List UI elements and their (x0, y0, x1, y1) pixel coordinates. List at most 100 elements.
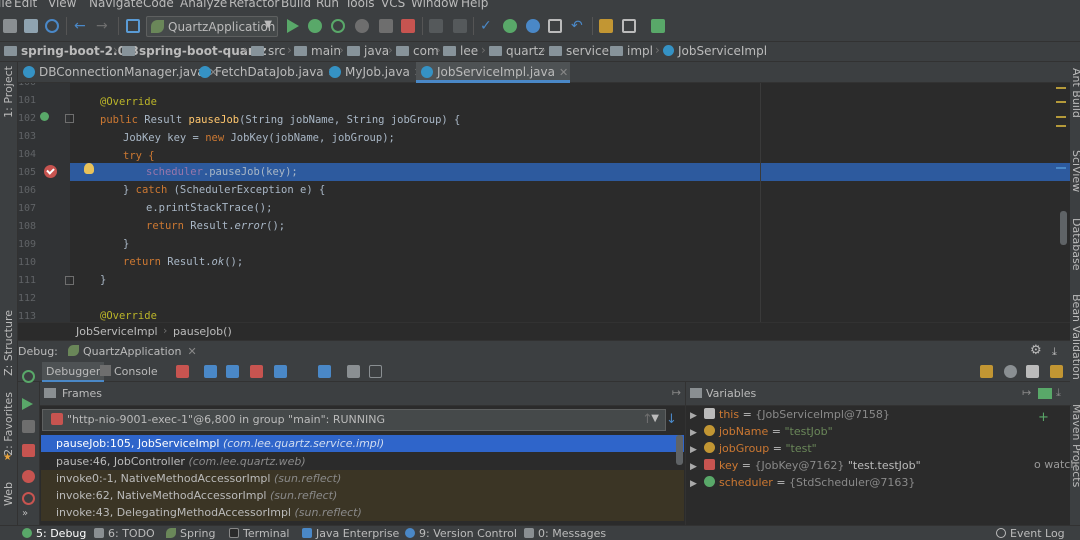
frame-down-icon[interactable]: ↓ (666, 412, 677, 427)
bottom-tab-debug[interactable]: 5: Debug (22, 527, 86, 540)
menu-run[interactable]: Run (316, 0, 339, 10)
revert-icon[interactable]: ↶ (571, 19, 585, 33)
step-into-icon[interactable] (226, 365, 239, 378)
pause-icon[interactable] (22, 420, 35, 433)
variable-scheduler[interactable]: ▶ scheduler = {StdScheduler@7163} (690, 474, 915, 491)
tool-window-favorites[interactable]: 2: Favorites (2, 392, 15, 456)
menu-navigate[interactable]: Navigate (89, 0, 143, 10)
menu-file[interactable]: File (0, 0, 12, 10)
run-icon[interactable] (287, 19, 299, 33)
stack-frame[interactable]: invoke0:-1, NativeMethodAccessorImpl (su… (41, 470, 684, 487)
open-folder-icon[interactable] (3, 19, 17, 33)
menu-vcs[interactable]: VCS (381, 0, 405, 10)
more-icon[interactable]: » (22, 508, 28, 519)
code-editor[interactable]: 100 101 102 103 104 105 106 107 108 109 … (18, 83, 1070, 323)
stack-frame[interactable]: pauseJob:105, JobServiceImpl (com.lee.qu… (41, 435, 684, 452)
tab-debugger[interactable]: Debugger (42, 362, 105, 382)
breadcrumb-java[interactable]: java (347, 44, 389, 60)
bottom-tab-terminal[interactable]: Terminal (229, 527, 290, 540)
warning-marker[interactable] (1056, 116, 1066, 118)
menu-edit[interactable]: Edit (14, 0, 37, 10)
debug-icon[interactable] (308, 19, 322, 33)
project-structure-icon[interactable] (622, 19, 636, 33)
resume-icon[interactable] (22, 398, 33, 410)
view-breakpoints-icon[interactable] (22, 470, 35, 483)
menu-analyze[interactable]: Analyze (180, 0, 227, 10)
breadcrumb-class[interactable]: JobServiceImpl (663, 44, 767, 60)
lightbulb-icon[interactable] (84, 163, 94, 174)
breadcrumb-project[interactable]: spring-boot-2.0.3 (4, 44, 139, 60)
mute-breakpoints-icon[interactable] (22, 492, 35, 505)
tab-fetchdatajob[interactable]: FetchDataJob.java✕ (194, 62, 337, 83)
stack-frame[interactable]: invoke:62, NativeMethodAccessorImpl (sun… (41, 487, 684, 504)
sdk-icon[interactable] (651, 19, 665, 33)
breadcrumb-impl[interactable]: impl (610, 44, 653, 60)
step-out-icon[interactable] (274, 365, 287, 378)
menu-refactor[interactable]: Refactor (229, 0, 279, 10)
tool-window-maven-projects[interactable]: Maven Projects (1070, 404, 1080, 487)
close-icon[interactable]: ✕ (187, 345, 196, 358)
bottom-tab-spring[interactable]: Spring (166, 527, 216, 540)
fold-icon[interactable] (65, 276, 74, 285)
tool-window-web[interactable]: Web (2, 482, 15, 506)
tool-window-sciview[interactable]: SciView (1070, 150, 1080, 192)
menu-tools[interactable]: Tools (345, 0, 375, 10)
breadcrumb-main[interactable]: main (294, 44, 341, 60)
tool-window-ant-build[interactable]: Ant Build (1070, 68, 1080, 118)
pin-icon[interactable] (1026, 365, 1039, 378)
tool-window-project[interactable]: 1: Project (2, 66, 15, 118)
watches-icon[interactable] (1038, 388, 1052, 399)
editor-scrollbar[interactable] (1060, 211, 1067, 245)
evaluate-expression-icon[interactable] (347, 365, 360, 378)
profile-icon[interactable] (355, 19, 369, 33)
event-log-button[interactable]: Event Log (996, 527, 1065, 540)
bottom-tab-messages[interactable]: 0: Messages (524, 527, 606, 540)
build-icon[interactable] (126, 19, 140, 33)
variable-jobname[interactable]: ▶ jobName = "testJob" (690, 423, 833, 440)
vcs-history-icon[interactable] (548, 19, 562, 33)
upload-icon[interactable] (453, 19, 467, 33)
settings-icon[interactable] (599, 19, 613, 33)
panel-options-icon[interactable]: ↦ (1022, 386, 1031, 399)
hide-panel-icon[interactable]: ⤓ (1052, 345, 1057, 359)
bottom-tab-java-enterprise[interactable]: Java Enterprise (302, 527, 399, 540)
deploy-icon[interactable] (429, 19, 443, 33)
expand-icon[interactable]: ▶ (690, 476, 704, 493)
save-all-icon[interactable] (24, 19, 38, 33)
gear-icon[interactable]: ⚙ (1030, 343, 1042, 358)
stop-icon[interactable] (22, 444, 35, 457)
breadcrumb-service[interactable]: service (549, 44, 609, 60)
warning-marker[interactable] (1056, 101, 1066, 103)
sync-icon[interactable] (45, 19, 59, 33)
stack-frame[interactable]: pause:46, JobController (com.lee.quartz.… (41, 453, 684, 470)
frame-up-icon[interactable]: ↑ (642, 412, 653, 427)
memory-icon[interactable] (1004, 365, 1017, 378)
step-over-icon[interactable] (204, 365, 217, 378)
menu-build[interactable]: Build (281, 0, 311, 10)
add-watch-icon[interactable]: + (1038, 410, 1049, 425)
tab-console[interactable]: Console (100, 365, 158, 378)
tab-jobserviceimpl[interactable]: JobServiceImpl.java ✕ (416, 62, 570, 83)
run-configuration-select[interactable]: QuartzApplication ▼ (146, 16, 278, 37)
variable-this[interactable]: ▶ this = {JobServiceImpl@7158} (690, 406, 890, 423)
run-to-cursor-icon[interactable] (318, 365, 331, 378)
variable-key[interactable]: ▶ key = {JobKey@7162} "test.testJob" (690, 457, 921, 474)
menu-help[interactable]: Help (461, 0, 488, 10)
variable-jobgroup[interactable]: ▶ jobGroup = "test" (690, 440, 817, 457)
warning-marker[interactable] (1056, 125, 1066, 127)
stop-icon[interactable] (401, 19, 415, 33)
vcs-compare-icon[interactable] (526, 19, 540, 33)
breadcrumb-src[interactable]: src (251, 44, 286, 60)
close-icon[interactable]: ✕ (559, 66, 568, 79)
frames-scrollbar[interactable] (676, 435, 683, 465)
breadcrumb-quartz[interactable]: quartz (489, 44, 545, 60)
breadcrumb-com[interactable]: com (396, 44, 439, 60)
tool-window-database[interactable]: Database (1070, 218, 1080, 271)
vcs-commit-icon[interactable] (503, 19, 517, 33)
crumb-method[interactable]: pauseJob() (173, 325, 232, 338)
crumb-class[interactable]: JobServiceImpl (76, 325, 158, 338)
menu-window[interactable]: Window (411, 0, 458, 10)
stack-frame[interactable]: invoke:43, DelegatingMethodAccessorImpl … (41, 504, 684, 521)
breakpoint-icon[interactable] (44, 165, 57, 178)
tool-window-structure[interactable]: Z: Structure (2, 310, 15, 376)
